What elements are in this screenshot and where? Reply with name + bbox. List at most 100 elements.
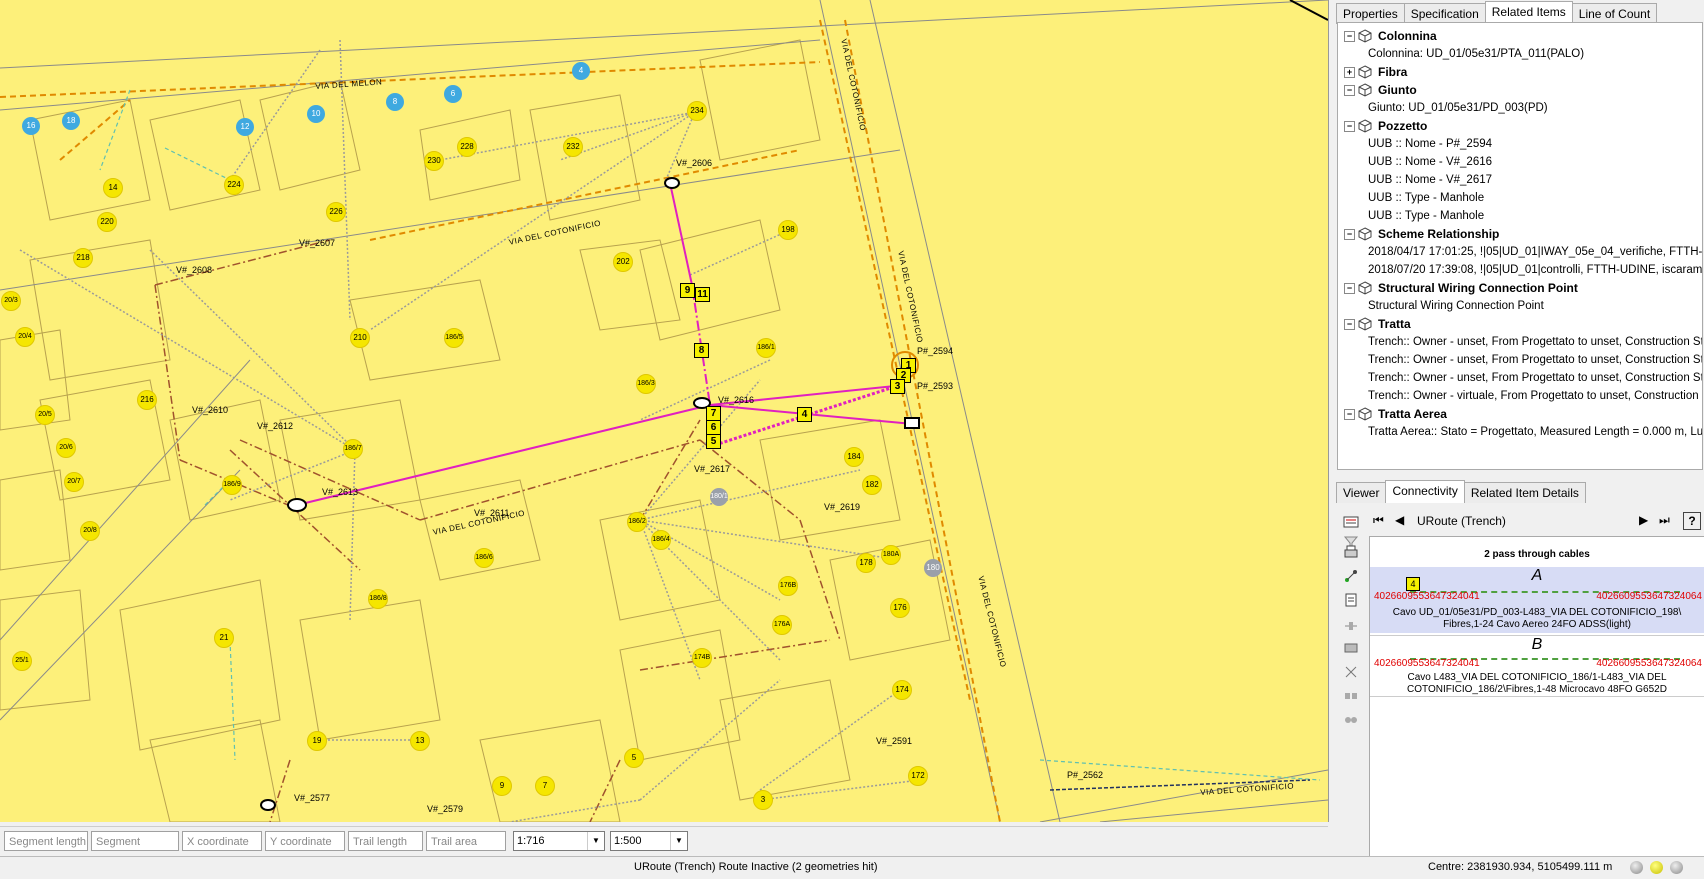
building-marker[interactable]: 186/3 bbox=[636, 374, 656, 394]
building-marker[interactable]: 186/7 bbox=[343, 439, 363, 459]
building-marker[interactable]: 230 bbox=[424, 151, 444, 171]
last-icon[interactable]: ⏭ bbox=[1659, 513, 1670, 528]
tree-item[interactable]: Structural Wiring Connection Point bbox=[1368, 297, 1544, 315]
tree-group-tratta[interactable]: − Tratta bbox=[1338, 315, 1702, 333]
tree-group-giunto[interactable]: − Giunto bbox=[1338, 81, 1702, 99]
tree-item[interactable]: UUB :: Type - Manhole bbox=[1368, 207, 1484, 225]
building-marker[interactable]: 224 bbox=[224, 175, 244, 195]
tree-item[interactable]: Trench:: Owner - unset, From Progettato … bbox=[1368, 351, 1702, 369]
building-marker[interactable]: 25/1 bbox=[12, 651, 32, 671]
tree-group-colonnina[interactable]: − Colonnina bbox=[1338, 27, 1702, 45]
building-marker[interactable]: 176A bbox=[772, 615, 792, 635]
y-coordinate-field[interactable]: Y coordinate bbox=[265, 831, 345, 851]
tree-item[interactable]: UUB :: Type - Manhole bbox=[1368, 189, 1484, 207]
tab-properties[interactable]: Properties bbox=[1336, 3, 1405, 24]
building-marker[interactable]: 9 bbox=[492, 776, 512, 796]
next-icon[interactable]: ▶ bbox=[1639, 513, 1648, 527]
building-marker[interactable]: 178 bbox=[856, 553, 876, 573]
building-marker[interactable]: 180 bbox=[924, 559, 942, 577]
cable-count-box[interactable]: 6 bbox=[706, 420, 721, 435]
building-marker[interactable]: 174B bbox=[692, 648, 712, 668]
building-marker[interactable]: 216 bbox=[137, 390, 157, 410]
collapse-icon[interactable]: − bbox=[1344, 229, 1355, 240]
address-marker[interactable]: 18 bbox=[62, 112, 80, 130]
collapse-icon[interactable]: − bbox=[1344, 85, 1355, 96]
building-marker[interactable]: 3 bbox=[753, 790, 773, 810]
building-marker[interactable]: 20/6 bbox=[56, 438, 76, 458]
first-icon[interactable]: ⏮ bbox=[1373, 513, 1384, 528]
trail-length-field[interactable]: Trail length bbox=[348, 831, 423, 851]
address-marker[interactable]: 8 bbox=[386, 93, 404, 111]
collapse-icon[interactable]: − bbox=[1344, 121, 1355, 132]
building-marker[interactable]: 186/8 bbox=[368, 589, 388, 609]
segment-length-field[interactable]: Segment length bbox=[4, 831, 88, 851]
segment-bearing-field[interactable]: Segment bearing bbox=[91, 831, 179, 868]
tree-group-structural-wiring[interactable]: − Structural Wiring Connection Point bbox=[1338, 279, 1702, 297]
tree-item[interactable]: Colonnina: UD_01/05e31/PTA_011(PALO) bbox=[1368, 45, 1584, 63]
help-button[interactable]: ? bbox=[1683, 512, 1701, 530]
building-marker[interactable]: 198 bbox=[778, 220, 798, 240]
building-marker[interactable]: 20/3 bbox=[1, 291, 21, 311]
building-marker[interactable]: 218 bbox=[73, 248, 93, 268]
tree-group-tratta-aerea[interactable]: − Tratta Aerea bbox=[1338, 405, 1702, 423]
cable-count-box[interactable]: 4 bbox=[797, 407, 812, 422]
building-marker[interactable]: 184 bbox=[844, 447, 864, 467]
tree-item[interactable]: UUB :: Nome - P#_2594 bbox=[1368, 135, 1492, 153]
building-marker[interactable]: 186/9 bbox=[222, 475, 242, 495]
tab-connectivity[interactable]: Connectivity bbox=[1385, 480, 1465, 503]
building-marker[interactable]: 186/5 bbox=[444, 328, 464, 348]
document-icon[interactable] bbox=[1343, 592, 1359, 608]
scale-select[interactable]: 1:716 ▼ bbox=[513, 831, 605, 851]
building-marker[interactable]: 220 bbox=[97, 212, 117, 232]
chevron-down-icon[interactable]: ▼ bbox=[670, 832, 687, 850]
tree-item[interactable]: UUB :: Nome - V#_2617 bbox=[1368, 171, 1492, 189]
building-marker[interactable]: 210 bbox=[350, 328, 370, 348]
tree-item[interactable]: UUB :: Nome - V#_2616 bbox=[1368, 153, 1492, 171]
tree-item[interactable]: 2018/07/20 17:39:08, !|05|UD_01|controll… bbox=[1368, 261, 1702, 279]
tab-related-items[interactable]: Related Items bbox=[1484, 1, 1573, 24]
filter-icon[interactable] bbox=[1343, 514, 1359, 530]
tree-item[interactable]: Trench:: Owner - unset, From Progettato … bbox=[1368, 333, 1702, 351]
building-marker[interactable]: 234 bbox=[687, 101, 707, 121]
building-marker[interactable]: 14 bbox=[103, 178, 123, 198]
building-marker[interactable]: 20/8 bbox=[80, 521, 100, 541]
building-marker[interactable]: 19 bbox=[307, 731, 327, 751]
tree-item[interactable]: Trench:: Owner - virtuale, From Progetta… bbox=[1368, 387, 1702, 405]
scale-preset-select[interactable]: 1:500 ▼ bbox=[610, 831, 688, 851]
cable-count-box[interactable]: 7 bbox=[706, 406, 721, 421]
building-marker[interactable]: 20/4 bbox=[15, 327, 35, 347]
cable-count-box[interactable]: 8 bbox=[694, 343, 709, 358]
cut-icon[interactable] bbox=[1343, 664, 1359, 680]
building-marker[interactable]: 20/7 bbox=[64, 472, 84, 492]
tree-group-fibra[interactable]: + Fibra bbox=[1338, 63, 1702, 81]
tab-related-item-details[interactable]: Related Item Details bbox=[1463, 482, 1586, 503]
building-marker[interactable]: 226 bbox=[326, 202, 346, 222]
address-marker[interactable]: 10 bbox=[307, 105, 325, 123]
trail-area-field[interactable]: Trail area bbox=[426, 831, 506, 851]
building-marker[interactable]: 186/1 bbox=[756, 338, 776, 358]
cable-a[interactable]: A 4 402660955364732404​1 402660955364732… bbox=[1370, 567, 1704, 633]
tree-item[interactable]: Trench:: Owner - unset, From Progettato … bbox=[1368, 369, 1702, 387]
address-marker[interactable]: 12 bbox=[236, 118, 254, 136]
building-marker[interactable]: 180A bbox=[881, 545, 901, 565]
building-marker[interactable]: 176 bbox=[890, 598, 910, 618]
tab-line-of-count[interactable]: Line of Count bbox=[1571, 3, 1658, 24]
splice-icon[interactable] bbox=[1343, 640, 1359, 656]
building-marker[interactable]: 182 bbox=[862, 475, 882, 495]
cable-b[interactable]: B 402660955364732404​1 40266095536473240… bbox=[1370, 635, 1704, 697]
chevron-down-icon[interactable]: ▼ bbox=[587, 832, 604, 850]
cable-count-box[interactable]: 9 bbox=[680, 283, 695, 298]
building-marker[interactable]: 202 bbox=[613, 252, 633, 272]
building-marker[interactable]: 180/1 bbox=[710, 488, 728, 506]
disconnect-icon[interactable] bbox=[1343, 712, 1359, 728]
tab-specification[interactable]: Specification bbox=[1403, 3, 1486, 24]
print-icon[interactable] bbox=[1343, 544, 1359, 560]
tree-group-pozzetto[interactable]: − Pozzetto bbox=[1338, 117, 1702, 135]
previous-icon[interactable]: ◀ bbox=[1395, 513, 1404, 527]
building-marker[interactable]: 232 bbox=[563, 137, 583, 157]
building-marker[interactable]: 21 bbox=[214, 628, 234, 648]
building-marker[interactable]: 228 bbox=[457, 137, 477, 157]
address-marker[interactable]: 6 bbox=[444, 85, 462, 103]
building-marker[interactable]: 20/5 bbox=[35, 405, 55, 425]
building-marker[interactable]: 176B bbox=[778, 576, 798, 596]
